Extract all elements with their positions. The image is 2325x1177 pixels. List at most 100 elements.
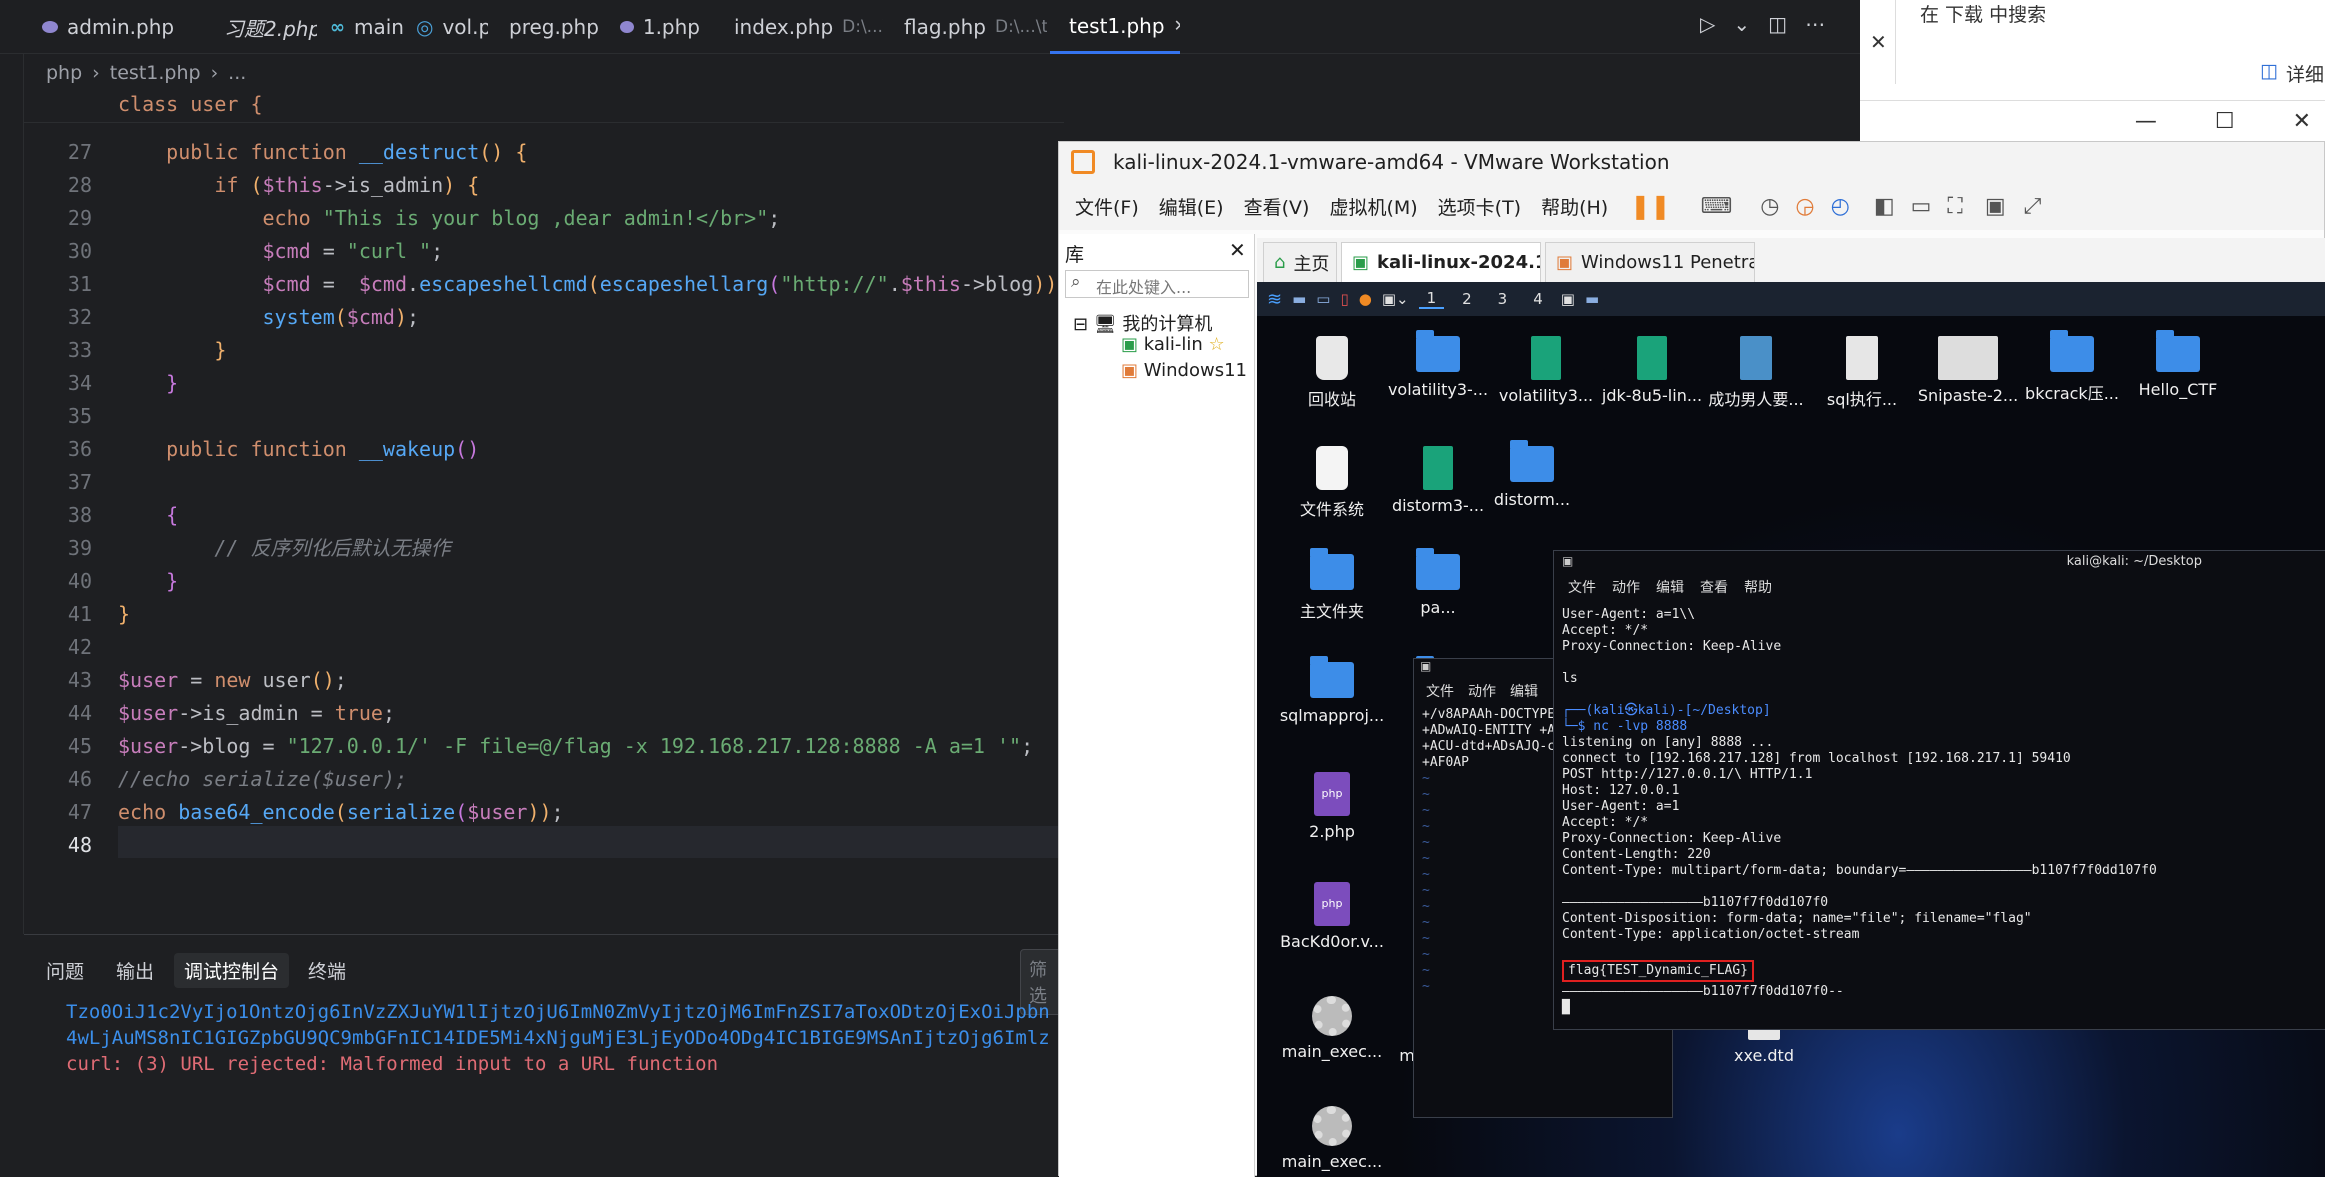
editor-tab[interactable]: 习题2.php: [205, 0, 317, 54]
menu-action[interactable]: 动作: [1468, 681, 1496, 701]
stretch-icon[interactable]: ⤢: [2024, 194, 2042, 219]
terminal-window-front[interactable]: ▣ kali@kali: ~/Desktop 文件 动作 编辑 查看 帮助 Us…: [1553, 550, 2325, 1030]
workspace-4[interactable]: 4: [1525, 290, 1551, 308]
vm-tab[interactable]: ▣ kali-linux-2024.1-vmware-...: [1341, 242, 1541, 282]
fullscreen-icon[interactable]: ⛶: [1947, 194, 1962, 219]
desktop-icon[interactable]: jdk-8u5-lin...: [1597, 336, 1707, 405]
guest-desktop[interactable]: ≋ ▬ ▭ ▯ ● ▣⌄ 1 2 3 4 ▣ ▬ 回收站 volatility3-…: [1257, 282, 2325, 1177]
library-view-icon[interactable]: ◧: [1874, 194, 1895, 219]
tree-item-kali[interactable]: ▣ kali-lin ☆: [1121, 334, 1225, 355]
menu-file[interactable]: 文件: [1426, 681, 1454, 701]
details-pane-icon[interactable]: ◫: [2260, 60, 2278, 87]
library-search-input[interactable]: 在此处键入...: [1065, 270, 1249, 298]
menu-view[interactable]: 查看: [1700, 577, 1728, 597]
pause-icon[interactable]: ❚❚: [1630, 192, 1670, 220]
terminal-icon[interactable]: ▣⌄: [1382, 290, 1409, 308]
close-icon[interactable]: ✕: [1870, 30, 1887, 54]
desktop-icon[interactable]: php BacKd0or.v...: [1277, 882, 1387, 951]
menu-vm[interactable]: 虚拟机(M): [1319, 193, 1427, 220]
breadcrumb-item[interactable]: ...: [228, 62, 246, 84]
library-title: 库: [1065, 244, 1085, 266]
close-icon[interactable]: ✕: [2293, 109, 2311, 134]
close-icon[interactable]: ✕: [1229, 238, 1246, 262]
workspace-icon[interactable]: ▬: [1292, 290, 1306, 308]
details-button[interactable]: 详细: [2286, 60, 2324, 87]
snapshot-manager-icon[interactable]: ◴: [1831, 194, 1850, 219]
menu-tabs[interactable]: 选项卡(T): [1428, 193, 1531, 220]
desktop-icon[interactable]: bkcrack压...: [2017, 330, 2127, 404]
editor-tab[interactable]: test1.php ✕: [1050, 0, 1180, 54]
desktop-icon[interactable]: sql执行...: [1807, 336, 1917, 410]
snapshot-icon[interactable]: ◷: [1760, 194, 1779, 219]
desktop-icon[interactable]: main_exec...: [1277, 996, 1387, 1061]
maximize-icon[interactable]: ☐: [2215, 109, 2235, 134]
editor-tab[interactable]: ∞ main.go: [320, 0, 405, 54]
menu-file[interactable]: 文件(F): [1065, 193, 1149, 220]
console-icon[interactable]: ▣: [1985, 194, 2006, 219]
tab-debug-console[interactable]: 调试控制台: [174, 953, 290, 988]
kali-menu-icon[interactable]: ≋: [1267, 289, 1282, 310]
desktop-icon[interactable]: main_exec...: [1277, 1106, 1387, 1171]
workspace-1[interactable]: 1: [1418, 289, 1445, 309]
terminal-line: connect to [192.168.217.128] from localh…: [1562, 751, 2071, 766]
editor-tab[interactable]: preg.php: [490, 0, 608, 54]
menu-help[interactable]: 帮助(H): [1531, 193, 1618, 220]
run-icon[interactable]: ▷: [1700, 12, 1715, 36]
menu-help[interactable]: 帮助: [1744, 577, 1772, 597]
editor-tab[interactable]: ◎ vol.py: [406, 0, 488, 54]
desktop-icon-label: 文件系统: [1299, 500, 1364, 519]
tab-output[interactable]: 输出: [106, 953, 164, 988]
desktop-icon[interactable]: 回收站: [1277, 336, 1387, 410]
menu-edit[interactable]: 编辑: [1656, 577, 1684, 597]
workspace-3[interactable]: 3: [1490, 290, 1516, 308]
breadcrumb-item[interactable]: test1.php: [110, 62, 201, 84]
breadcrumb-item[interactable]: php: [46, 62, 82, 84]
explorer-search-input[interactable]: 在 下载 中搜索: [1920, 0, 2046, 27]
menu-file[interactable]: 文件: [1568, 577, 1596, 597]
desktop-icon[interactable]: 成功男人要...: [1701, 336, 1811, 410]
vm-tab[interactable]: ▣ Windows11 Penetration Suite ...: [1545, 242, 1755, 282]
window-list-icon[interactable]: ▬: [1585, 290, 1599, 308]
desktop-icon[interactable]: 文件系统: [1277, 446, 1387, 520]
code-area[interactable]: public function __destruct() { if ($this…: [118, 136, 1069, 862]
editor-tab[interactable]: 1.php: [610, 0, 710, 54]
split-editor-icon[interactable]: ◫: [1768, 12, 1787, 36]
desktop-icon[interactable]: 主文件夹: [1277, 548, 1387, 622]
editor-tab[interactable]: admin.php: [32, 0, 202, 54]
desktop-icon[interactable]: volatility3-...: [1383, 330, 1493, 399]
editor-tab[interactable]: index.php D:\...\Week1-RCE\...: [715, 0, 883, 54]
more-icon[interactable]: ⋯: [1805, 12, 1825, 36]
code-line: }: [118, 334, 1069, 367]
revert-snapshot-icon[interactable]: ◶: [1795, 194, 1814, 219]
files-icon[interactable]: ▭: [1316, 290, 1330, 308]
firefox-icon[interactable]: ●: [1359, 290, 1372, 308]
menu-edit[interactable]: 编辑(E): [1149, 193, 1234, 220]
workspace-2[interactable]: 2: [1454, 290, 1480, 308]
tab-problems[interactable]: 问题: [36, 953, 94, 988]
desktop-icon[interactable]: distorm...: [1477, 440, 1587, 509]
terminal-window-icon[interactable]: ▣: [1561, 290, 1575, 308]
menu-action[interactable]: 动作: [1612, 577, 1640, 597]
code-token: }: [214, 338, 227, 362]
minimize-icon[interactable]: —: [2135, 109, 2157, 134]
desktop-icon[interactable]: pa...: [1383, 548, 1493, 617]
desktop-icon[interactable]: volatility3...: [1491, 336, 1601, 405]
tree-item-my-computer[interactable]: ⊟ 🖥 我的计算机: [1073, 310, 1212, 336]
send-ctrl-alt-del-icon[interactable]: ⌨: [1700, 194, 1732, 219]
menu-view[interactable]: 查看(V): [1234, 193, 1320, 220]
tab-terminal[interactable]: 终端: [298, 953, 356, 988]
close-icon[interactable]: ✕: [1174, 16, 1180, 35]
desktop-icon[interactable]: sqlmapproj...: [1277, 656, 1387, 725]
desktop-icon[interactable]: Hello_CTF: [2123, 330, 2233, 399]
desktop-icon[interactable]: Snipaste-2...: [1913, 336, 2023, 405]
chevron-down-icon[interactable]: ⌄: [1733, 12, 1750, 36]
tree-item-windows11[interactable]: ▣ Windows11: [1121, 360, 1247, 381]
tab-view-icon[interactable]: ▭: [1911, 194, 1932, 219]
editor-tab[interactable]: flag.php D:\...\test: [885, 0, 1047, 54]
menu-edit[interactable]: 编辑: [1510, 681, 1538, 701]
desktop-icon[interactable]: php 2.php: [1277, 772, 1387, 841]
code-token: .: [407, 272, 420, 296]
text-editor-icon[interactable]: ▯: [1340, 290, 1348, 308]
vm-tab[interactable]: ⌂ 主页: [1263, 242, 1337, 282]
